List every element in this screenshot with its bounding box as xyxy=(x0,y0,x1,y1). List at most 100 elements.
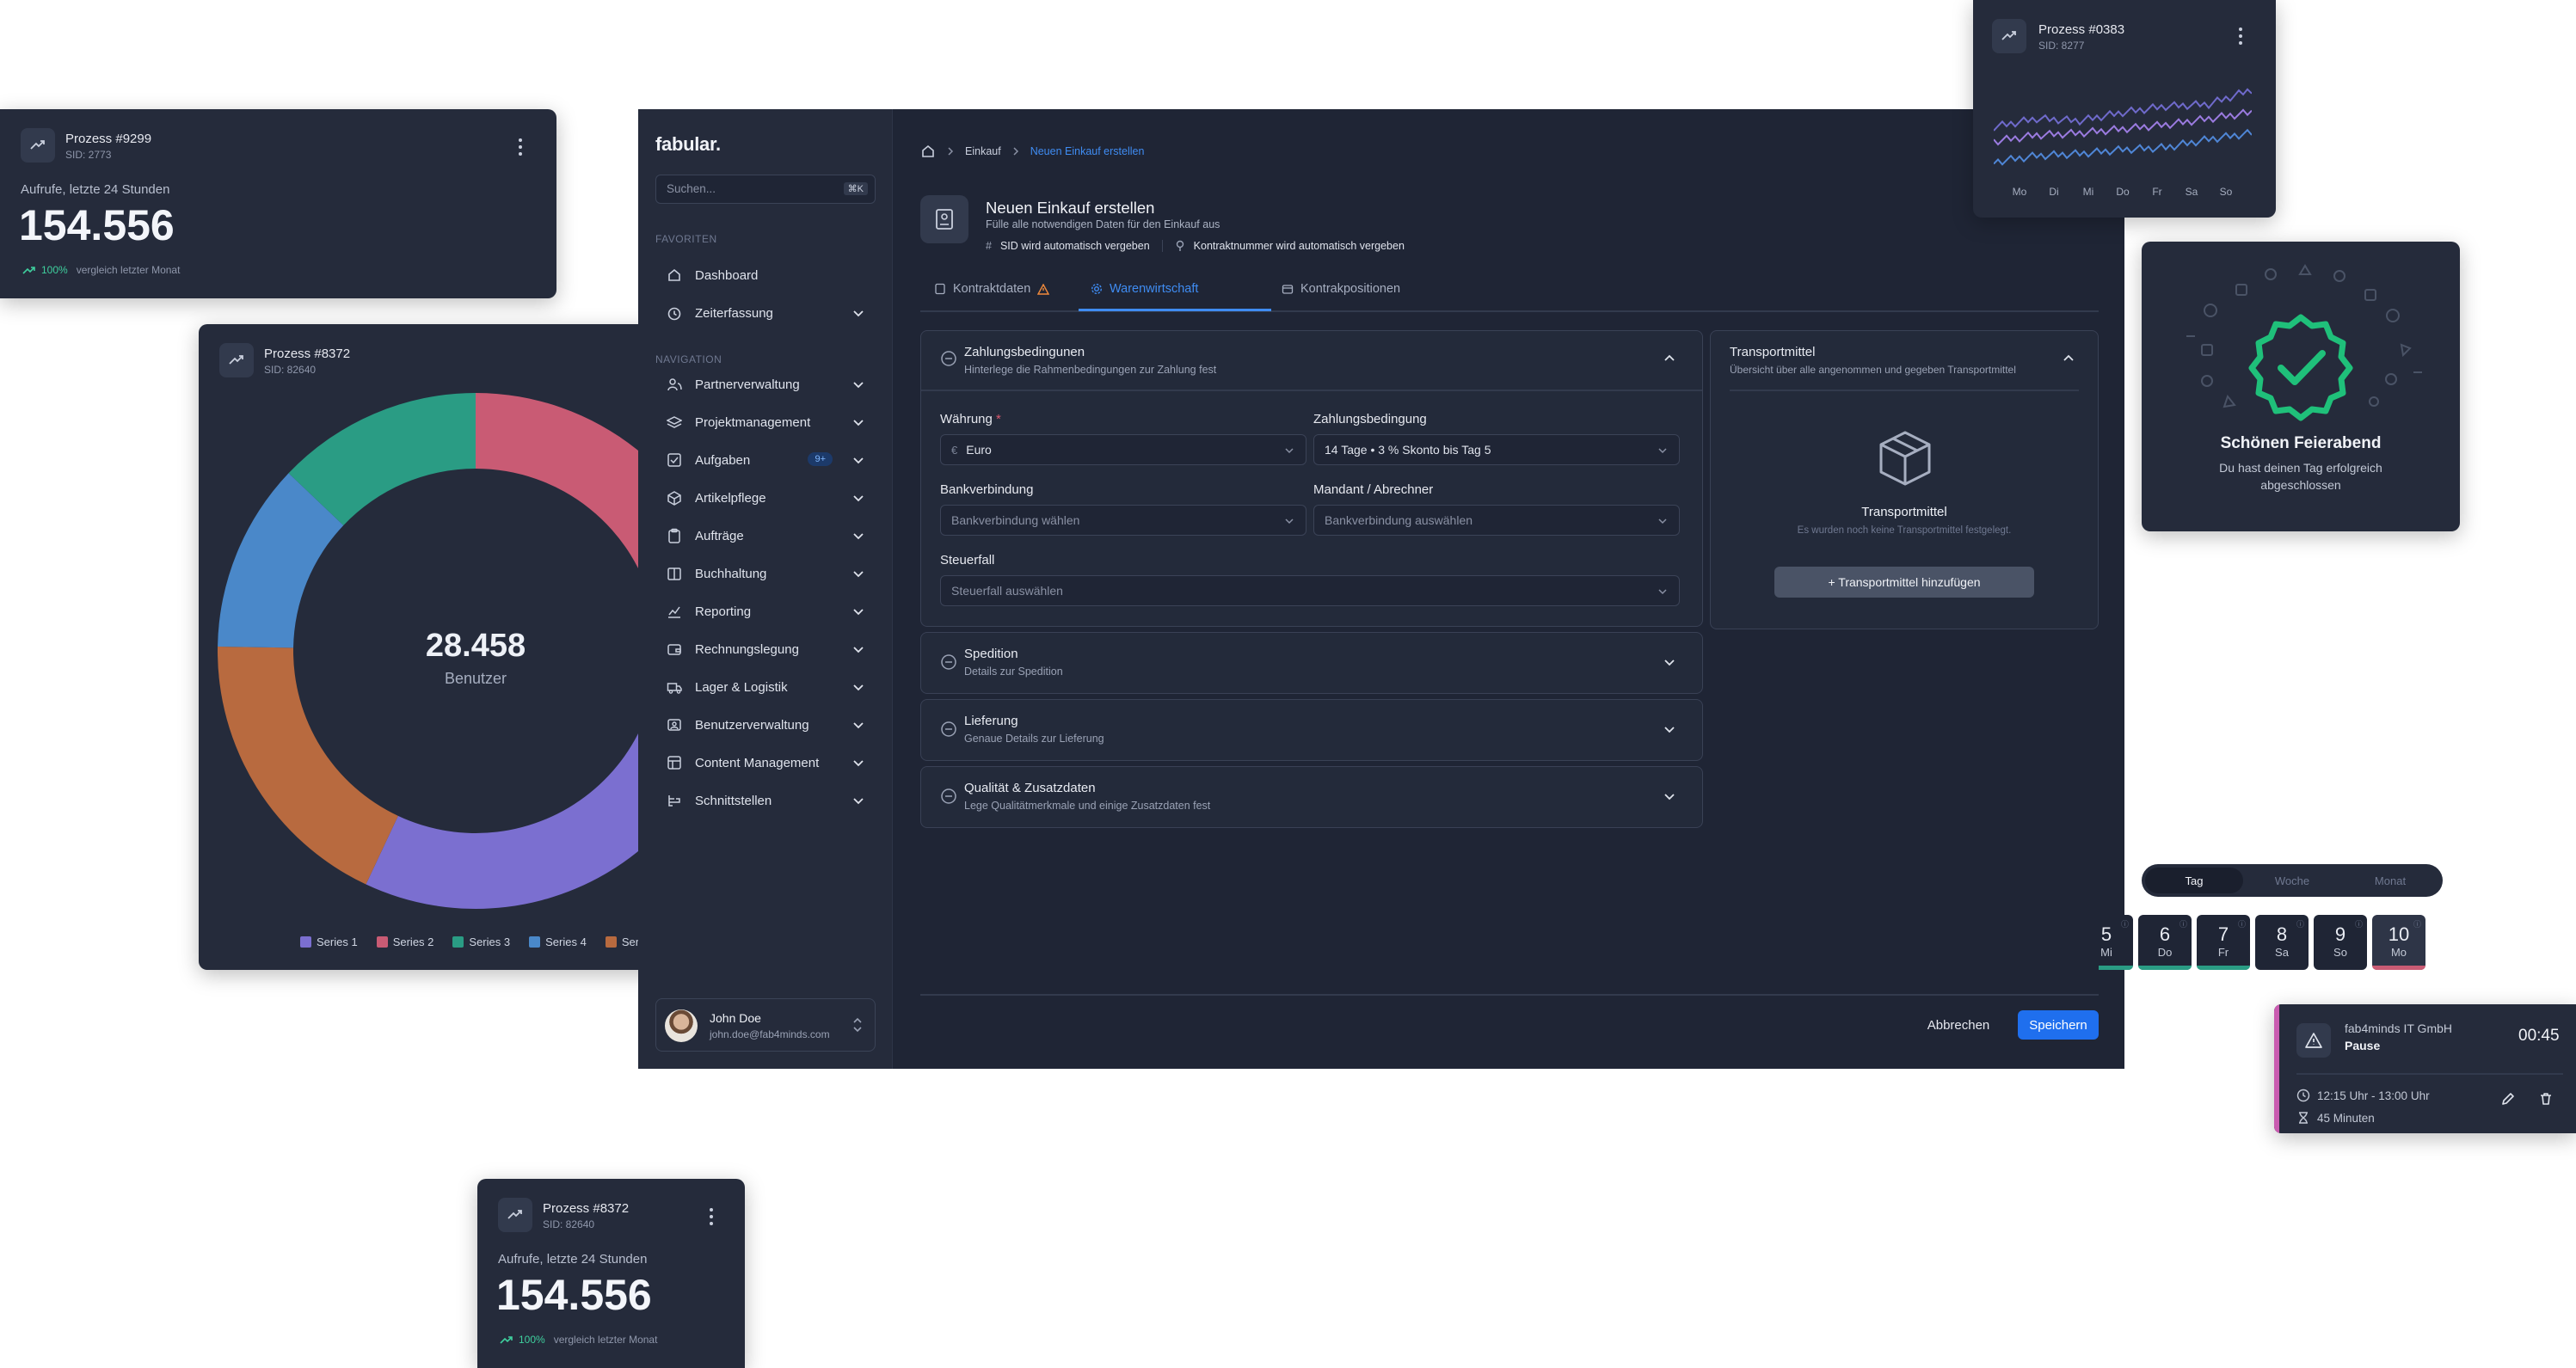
sidebar-item-content-management[interactable]: Content Management xyxy=(655,747,876,778)
legend-item: Series 4 xyxy=(529,936,587,948)
day-5[interactable]: 5 Mi ⓘ xyxy=(2099,915,2133,970)
sidebar-item-lager-logistik[interactable]: Lager & Logistik xyxy=(655,672,876,702)
sidebar-item-label: Benutzerverwaltung xyxy=(695,717,809,733)
chevron-down-icon xyxy=(1658,448,1667,454)
spedition-subtitle: Details zur Spedition xyxy=(964,666,1063,678)
search-placeholder: Suchen... xyxy=(667,182,716,195)
waehrung-select[interactable]: € Euro xyxy=(940,434,1306,465)
bank-select[interactable]: Bankverbindung wählen xyxy=(940,505,1306,536)
card-sid: SID: 8277 xyxy=(2038,40,2085,52)
day-7[interactable]: 7 Fr ⓘ xyxy=(2197,915,2250,970)
tab-kontrakpositionen[interactable]: Kontrakpositionen xyxy=(1282,282,1400,296)
chevron-down-icon xyxy=(853,722,864,729)
clipboard-icon xyxy=(666,527,683,544)
check-badge-icon xyxy=(2248,314,2353,421)
breadcrumb-einkauf[interactable]: Einkauf xyxy=(965,145,1001,157)
more-options-icon[interactable] xyxy=(704,1206,719,1227)
segment-monat[interactable]: Monat xyxy=(2341,868,2439,893)
legend-item: Series 2 xyxy=(376,936,433,948)
day-info-icon: ⓘ xyxy=(2179,920,2187,929)
auto-notes: # SID wird automatisch vergeben Kontrakt… xyxy=(986,240,1405,252)
add-transport-button[interactable]: + Transportmittel hinzufügen xyxy=(1774,567,2034,598)
donut-slice-series-5[interactable] xyxy=(218,646,398,885)
trash-icon[interactable] xyxy=(2537,1090,2554,1107)
more-options-icon[interactable] xyxy=(2233,26,2248,46)
user-email: john.doe@fab4minds.com xyxy=(710,1028,830,1040)
user-cog-icon xyxy=(666,716,683,733)
day-status-bar xyxy=(2197,966,2250,970)
day-6[interactable]: 6 Do ⓘ xyxy=(2138,915,2192,970)
clock-icon xyxy=(666,304,683,322)
qualitaet-panel[interactable]: Qualität & Zusatzdaten Lege Qualitätmerk… xyxy=(920,766,1703,828)
sidebar-item-label: Rechnungslegung xyxy=(695,641,799,657)
day-label: So xyxy=(2333,946,2347,959)
trend-icon xyxy=(219,343,254,377)
card-label: Aufrufe, letzte 24 Stunden xyxy=(21,182,170,197)
line-chart-card: Prozess #0383 SID: 8277 Mo Di Mi Do Fr Sa So xyxy=(1973,0,2276,218)
sidebar-item-zeiterfassung[interactable]: Zeiterfassung xyxy=(655,298,876,328)
day-info-icon: ⓘ xyxy=(2413,920,2421,929)
sidebar-item-dashboard[interactable]: Dashboard xyxy=(655,260,876,291)
trend-icon xyxy=(498,1198,532,1232)
cancel-button[interactable]: Abbrechen xyxy=(1920,1010,1997,1040)
sidebar-item-projektmanagement[interactable]: Projektmanagement xyxy=(655,407,876,438)
sidebar-item-label: Schnittstellen xyxy=(695,793,772,808)
spedition-title: Spedition xyxy=(964,647,1018,661)
sidebar-item-aufträge[interactable]: Aufträge xyxy=(655,520,876,551)
save-button[interactable]: Speichern xyxy=(2018,1010,2099,1040)
sidebar-item-partnerverwaltung[interactable]: Partnerverwaltung xyxy=(655,369,876,400)
hourglass-icon xyxy=(2299,1112,2308,1124)
sidebar-item-artikelpflege[interactable]: Artikelpflege xyxy=(655,482,876,513)
x-tick-label: Mi xyxy=(2082,186,2094,198)
search-box[interactable]: Suchen... ⌘K xyxy=(655,175,876,204)
avatar xyxy=(665,1009,698,1042)
x-tick-label: Do xyxy=(2116,186,2130,198)
more-options-icon[interactable] xyxy=(513,137,528,157)
sidebar-item-rechnungslegung[interactable]: Rechnungslegung xyxy=(655,634,876,665)
card-label: Aufrufe, letzte 24 Stunden xyxy=(498,1252,648,1267)
minus-circle-icon xyxy=(941,788,956,804)
trend-badge: 100% vergleich letzter Monat xyxy=(500,1334,657,1346)
sidebar-item-reporting[interactable]: Reporting xyxy=(655,596,876,627)
steuer-select[interactable]: Steuerfall auswählen xyxy=(940,575,1680,606)
tab-warenwirtschaft[interactable]: Warenwirtschaft xyxy=(1091,282,1198,296)
chevron-right-icon xyxy=(948,147,954,156)
chevron-down-icon xyxy=(853,798,864,805)
day-10[interactable]: 10 Mo ⓘ xyxy=(2372,915,2425,970)
spedition-panel[interactable]: Spedition Details zur Spedition xyxy=(920,632,1703,694)
mandant-select[interactable]: Bankverbindung auswählen xyxy=(1313,505,1680,536)
x-axis-labels: Mo Di Mi Do Fr Sa So xyxy=(1994,186,2252,199)
card-title: Prozess #8372 xyxy=(543,1201,630,1216)
day-info-icon: ⓘ xyxy=(2296,920,2304,929)
sidebar-item-benutzerverwaltung[interactable]: Benutzerverwaltung xyxy=(655,709,876,740)
edit-icon[interactable] xyxy=(2499,1090,2517,1107)
donut-center-value: 28.458 xyxy=(425,628,526,664)
user-menu[interactable]: John Doe john.doe@fab4minds.com xyxy=(655,998,876,1052)
sidebar-item-label: Partnerverwaltung xyxy=(695,377,800,392)
chevron-down-icon xyxy=(853,684,864,691)
chevron-up-icon[interactable] xyxy=(2062,352,2075,365)
sidebar-item-aufgaben[interactable]: Aufgaben 9+ xyxy=(655,445,876,475)
chevron-down-icon xyxy=(853,420,864,426)
chevron-down-icon xyxy=(1664,794,1675,801)
day-8[interactable]: 8 Sa ⓘ xyxy=(2255,915,2309,970)
sidebar-item-schnittstellen[interactable]: Schnittstellen xyxy=(655,785,876,816)
sidebar-item-buchhaltung[interactable]: Buchhaltung xyxy=(655,558,876,589)
day-9[interactable]: 9 So ⓘ xyxy=(2314,915,2367,970)
box-icon xyxy=(666,489,683,506)
lieferung-title: Lieferung xyxy=(964,714,1018,728)
file-icon xyxy=(935,283,945,295)
zahlungsbedingung-select[interactable]: 14 Tage • 3 % Skonto bis Tag 5 xyxy=(1313,434,1680,465)
page-icon xyxy=(920,195,968,243)
day-label: Fr xyxy=(2217,946,2229,959)
transport-title: Transportmittel xyxy=(1730,345,1816,359)
gear-icon xyxy=(1091,283,1103,295)
lieferung-panel[interactable]: Lieferung Genaue Details zur Lieferung xyxy=(920,699,1703,761)
segment-tag[interactable]: Tag xyxy=(2145,868,2243,893)
hash-icon: # xyxy=(986,240,992,252)
euro-icon: € xyxy=(951,443,958,457)
favorites-label: FAVORITEN xyxy=(655,233,717,245)
chevron-up-icon[interactable] xyxy=(1663,352,1676,365)
segment-woche[interactable]: Woche xyxy=(2243,868,2341,893)
tab-kontraktdaten[interactable]: Kontraktdaten xyxy=(934,282,1050,296)
